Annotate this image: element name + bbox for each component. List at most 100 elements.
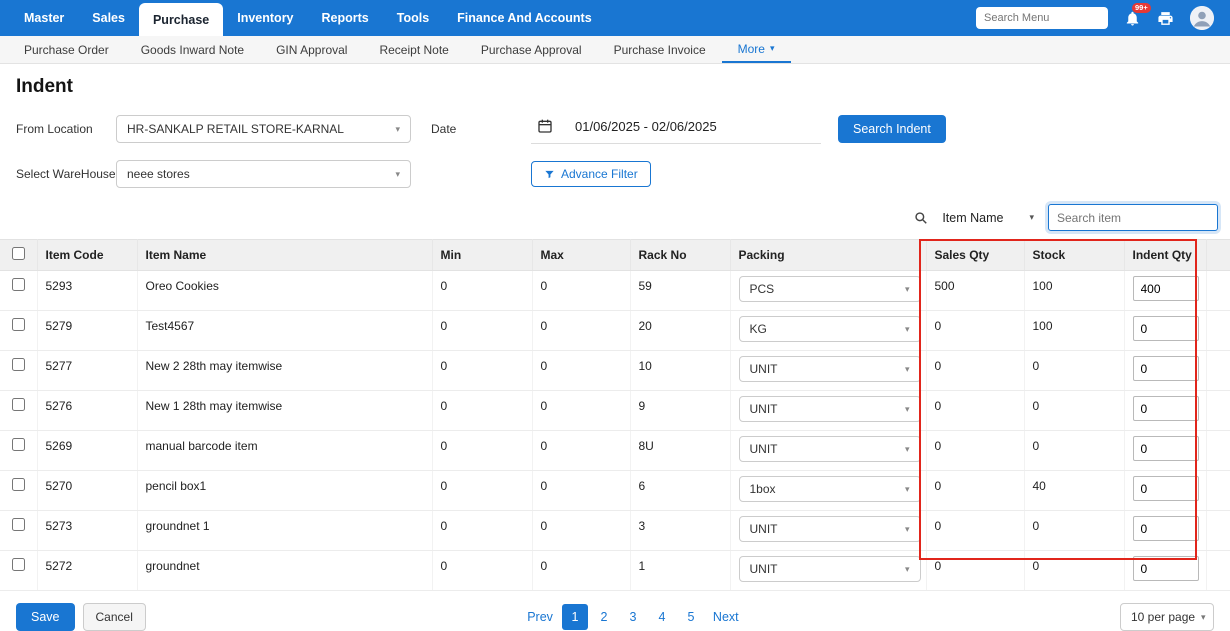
- max-cell: 0: [532, 311, 630, 351]
- sales-qty-cell: 0: [926, 311, 1024, 351]
- menu-search-input[interactable]: [976, 7, 1108, 29]
- topnav-item-sales[interactable]: Sales: [78, 0, 139, 36]
- cancel-button[interactable]: Cancel: [83, 603, 146, 631]
- column-header-packing: Packing: [730, 240, 926, 271]
- column-header-item-name: Item Name: [137, 240, 432, 271]
- subnav-item-gin-approval[interactable]: GIN Approval: [260, 36, 363, 63]
- indent-qty-input[interactable]: [1133, 556, 1199, 581]
- packing-select[interactable]: PCS▾: [739, 276, 921, 302]
- row-checkbox[interactable]: [12, 518, 25, 531]
- item-code-cell: 5273: [37, 511, 137, 551]
- page-button-2[interactable]: 2: [591, 604, 617, 630]
- packing-select[interactable]: UNIT▾: [739, 516, 921, 542]
- prev-page-button[interactable]: Prev: [521, 604, 559, 630]
- table-row: 5277New 2 28th may itemwise0010UNIT▾00: [0, 351, 1230, 391]
- row-checkbox[interactable]: [12, 358, 25, 371]
- row-checkbox[interactable]: [12, 278, 25, 291]
- rack-no-cell: 9: [630, 391, 730, 431]
- avatar[interactable]: [1190, 6, 1214, 30]
- row-checkbox[interactable]: [12, 398, 25, 411]
- row-checkbox[interactable]: [12, 318, 25, 331]
- max-cell: 0: [532, 391, 630, 431]
- chevron-down-icon: ▾: [905, 364, 910, 375]
- row-spacer-cell: [1206, 351, 1230, 391]
- page-button-5[interactable]: 5: [678, 604, 704, 630]
- print-button[interactable]: [1157, 10, 1174, 27]
- topnav-item-inventory[interactable]: Inventory: [223, 0, 307, 36]
- search-indent-button[interactable]: Search Indent: [838, 115, 946, 143]
- sales-qty-cell: 0: [926, 431, 1024, 471]
- column-header-max: Max: [532, 240, 630, 271]
- save-button[interactable]: Save: [16, 603, 75, 631]
- packing-select[interactable]: UNIT▾: [739, 436, 921, 462]
- select-all-checkbox[interactable]: [12, 247, 25, 260]
- topnav-item-master[interactable]: Master: [10, 0, 78, 36]
- topnav-item-tools[interactable]: Tools: [383, 0, 443, 36]
- rack-no-cell: 8U: [630, 431, 730, 471]
- indent-qty-input[interactable]: [1133, 396, 1199, 421]
- subnav: Purchase OrderGoods Inward NoteGIN Appro…: [0, 36, 1230, 64]
- table-row: 5279Test45670020KG▾0100: [0, 311, 1230, 351]
- notifications-button[interactable]: 99+: [1124, 10, 1141, 27]
- row-spacer-cell: [1206, 431, 1230, 471]
- date-range-value: 01/06/2025 - 02/06/2025: [575, 119, 717, 134]
- item-name-cell: New 2 28th may itemwise: [137, 351, 432, 391]
- filter-row-location-date: From Location HR-SANKALP RETAIL STORE-KA…: [16, 114, 1214, 144]
- topnav-item-finance-and-accounts[interactable]: Finance And Accounts: [443, 0, 606, 36]
- item-code-cell: 5270: [37, 471, 137, 511]
- date-range-field[interactable]: 01/06/2025 - 02/06/2025: [531, 114, 821, 144]
- indent-qty-input[interactable]: [1133, 276, 1199, 301]
- subnav-item-purchase-approval[interactable]: Purchase Approval: [465, 36, 598, 63]
- packing-select[interactable]: 1box▾: [739, 476, 921, 502]
- subnav-item-goods-inward-note[interactable]: Goods Inward Note: [125, 36, 260, 63]
- indent-qty-input[interactable]: [1133, 476, 1199, 501]
- stock-cell: 100: [1024, 271, 1124, 311]
- topnav-item-reports[interactable]: Reports: [308, 0, 383, 36]
- advance-filter-button[interactable]: Advance Filter: [531, 161, 651, 187]
- filter-row-warehouse: Select WareHouse neee stores ▾ Advance F…: [16, 160, 1214, 188]
- subnav-item-purchase-invoice[interactable]: Purchase Invoice: [598, 36, 722, 63]
- indent-qty-input[interactable]: [1133, 356, 1199, 381]
- item-search-input[interactable]: [1048, 204, 1218, 231]
- per-page-select[interactable]: 10 per page ▾: [1120, 603, 1214, 631]
- min-cell: 0: [432, 431, 532, 471]
- subnav-item-more[interactable]: More▾: [722, 36, 791, 63]
- subnav-items: Purchase OrderGoods Inward NoteGIN Appro…: [8, 36, 791, 63]
- packing-select[interactable]: KG▾: [739, 316, 921, 342]
- page-button-1[interactable]: 1: [562, 604, 588, 630]
- notification-badge: 99+: [1132, 3, 1151, 14]
- indent-qty-input[interactable]: [1133, 516, 1199, 541]
- pagination: Prev 12345 Next: [521, 604, 744, 630]
- row-spacer-cell: [1206, 511, 1230, 551]
- packing-select[interactable]: UNIT▾: [739, 356, 921, 382]
- subnav-item-purchase-order[interactable]: Purchase Order: [8, 36, 125, 63]
- min-cell: 0: [432, 391, 532, 431]
- topnav-item-purchase[interactable]: Purchase: [139, 3, 223, 36]
- warehouse-select[interactable]: neee stores ▾: [116, 160, 411, 188]
- packing-select[interactable]: UNIT▾: [739, 396, 921, 422]
- table-row: 5276New 1 28th may itemwise009UNIT▾00: [0, 391, 1230, 431]
- min-cell: 0: [432, 551, 532, 591]
- chevron-down-icon: ▾: [395, 124, 400, 135]
- sales-qty-cell: 0: [926, 391, 1024, 431]
- chevron-down-icon: ▾: [395, 169, 400, 180]
- table-header-row: Item CodeItem NameMinMaxRack NoPackingSa…: [0, 240, 1230, 271]
- search-field-select[interactable]: Item Name ▾: [936, 211, 1040, 225]
- row-checkbox[interactable]: [12, 558, 25, 571]
- row-checkbox[interactable]: [12, 438, 25, 451]
- rack-no-cell: 3: [630, 511, 730, 551]
- rack-no-cell: 20: [630, 311, 730, 351]
- indent-qty-input[interactable]: [1133, 316, 1199, 341]
- column-header-rack-no: Rack No: [630, 240, 730, 271]
- packing-select[interactable]: UNIT▾: [739, 556, 921, 582]
- row-checkbox[interactable]: [12, 478, 25, 491]
- indent-qty-input[interactable]: [1133, 436, 1199, 461]
- packing-value: UNIT: [750, 522, 778, 536]
- next-page-button[interactable]: Next: [707, 604, 745, 630]
- page-button-4[interactable]: 4: [649, 604, 675, 630]
- table-row: 5269manual barcode item008UUNIT▾00: [0, 431, 1230, 471]
- from-location-select[interactable]: HR-SANKALP RETAIL STORE-KARNAL ▾: [116, 115, 411, 143]
- subnav-item-receipt-note[interactable]: Receipt Note: [363, 36, 464, 63]
- user-icon: [1190, 6, 1214, 30]
- page-button-3[interactable]: 3: [620, 604, 646, 630]
